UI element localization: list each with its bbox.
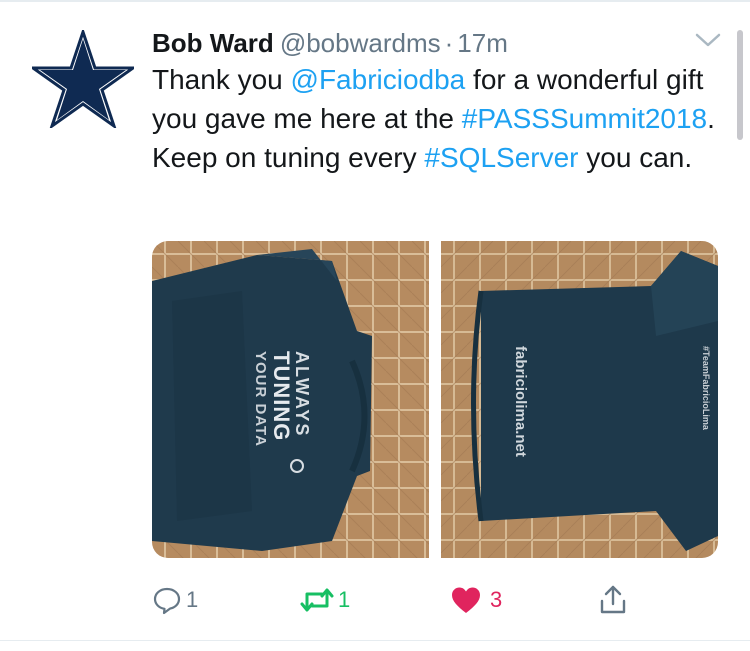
tweet-menu-button[interactable] bbox=[694, 30, 722, 50]
media-grid: ALWAYS TUNING YOUR DATA fabriciolima.net… bbox=[152, 241, 718, 558]
media-divider bbox=[429, 241, 441, 558]
hashtag-link-passsummit[interactable]: #PASSSummit2018 bbox=[462, 103, 707, 134]
share-icon bbox=[600, 585, 626, 614]
bottom-divider bbox=[0, 640, 750, 641]
mention-link[interactable]: @Fabriciodba bbox=[291, 64, 466, 95]
shirt-back-print: fabriciolima.net bbox=[512, 346, 529, 457]
photo-shirt-back[interactable]: fabriciolima.net #TeamFabricioLima bbox=[441, 241, 718, 558]
shirt-print-line: YOUR DATA bbox=[252, 351, 269, 447]
sleeve-print: #TeamFabricioLima bbox=[701, 346, 711, 431]
star-icon bbox=[28, 27, 138, 130]
photo-shirt-front[interactable]: ALWAYS TUNING YOUR DATA bbox=[152, 241, 429, 558]
top-divider bbox=[0, 0, 750, 2]
retweet-button[interactable]: 1 bbox=[300, 580, 350, 620]
retweet-icon bbox=[300, 588, 334, 612]
hashtag-link-sqlserver[interactable]: #SQLServer bbox=[424, 142, 578, 173]
like-count: 3 bbox=[490, 587, 503, 612]
separator: · bbox=[444, 28, 454, 58]
tweet-text-part: you can. bbox=[578, 142, 693, 173]
share-button[interactable] bbox=[598, 580, 628, 620]
shirt-print-line: ALWAYS bbox=[292, 351, 312, 437]
chevron-down-icon bbox=[695, 33, 721, 47]
author-name[interactable]: Bob Ward bbox=[152, 28, 274, 58]
tweet-text-part: Thank you bbox=[152, 64, 291, 95]
avatar[interactable] bbox=[28, 27, 138, 130]
tweet-header: Bob Ward @bobwardms · 17m bbox=[152, 26, 712, 60]
tweet-text: Thank you @Fabriciodba for a wonderful g… bbox=[152, 60, 732, 177]
reply-count: 1 bbox=[186, 587, 199, 612]
heart-icon bbox=[452, 587, 480, 613]
like-button[interactable]: 3 bbox=[450, 580, 502, 620]
retweet-count: 1 bbox=[338, 587, 351, 612]
shirt-print-line: TUNING bbox=[269, 351, 294, 441]
timestamp[interactable]: 17m bbox=[457, 28, 508, 58]
tweet-actions: 1 1 3 bbox=[152, 580, 672, 620]
scrollbar[interactable] bbox=[737, 30, 743, 140]
reply-button[interactable]: 1 bbox=[152, 580, 198, 620]
author-handle[interactable]: @bobwardms bbox=[280, 28, 441, 58]
reply-icon bbox=[153, 587, 181, 615]
